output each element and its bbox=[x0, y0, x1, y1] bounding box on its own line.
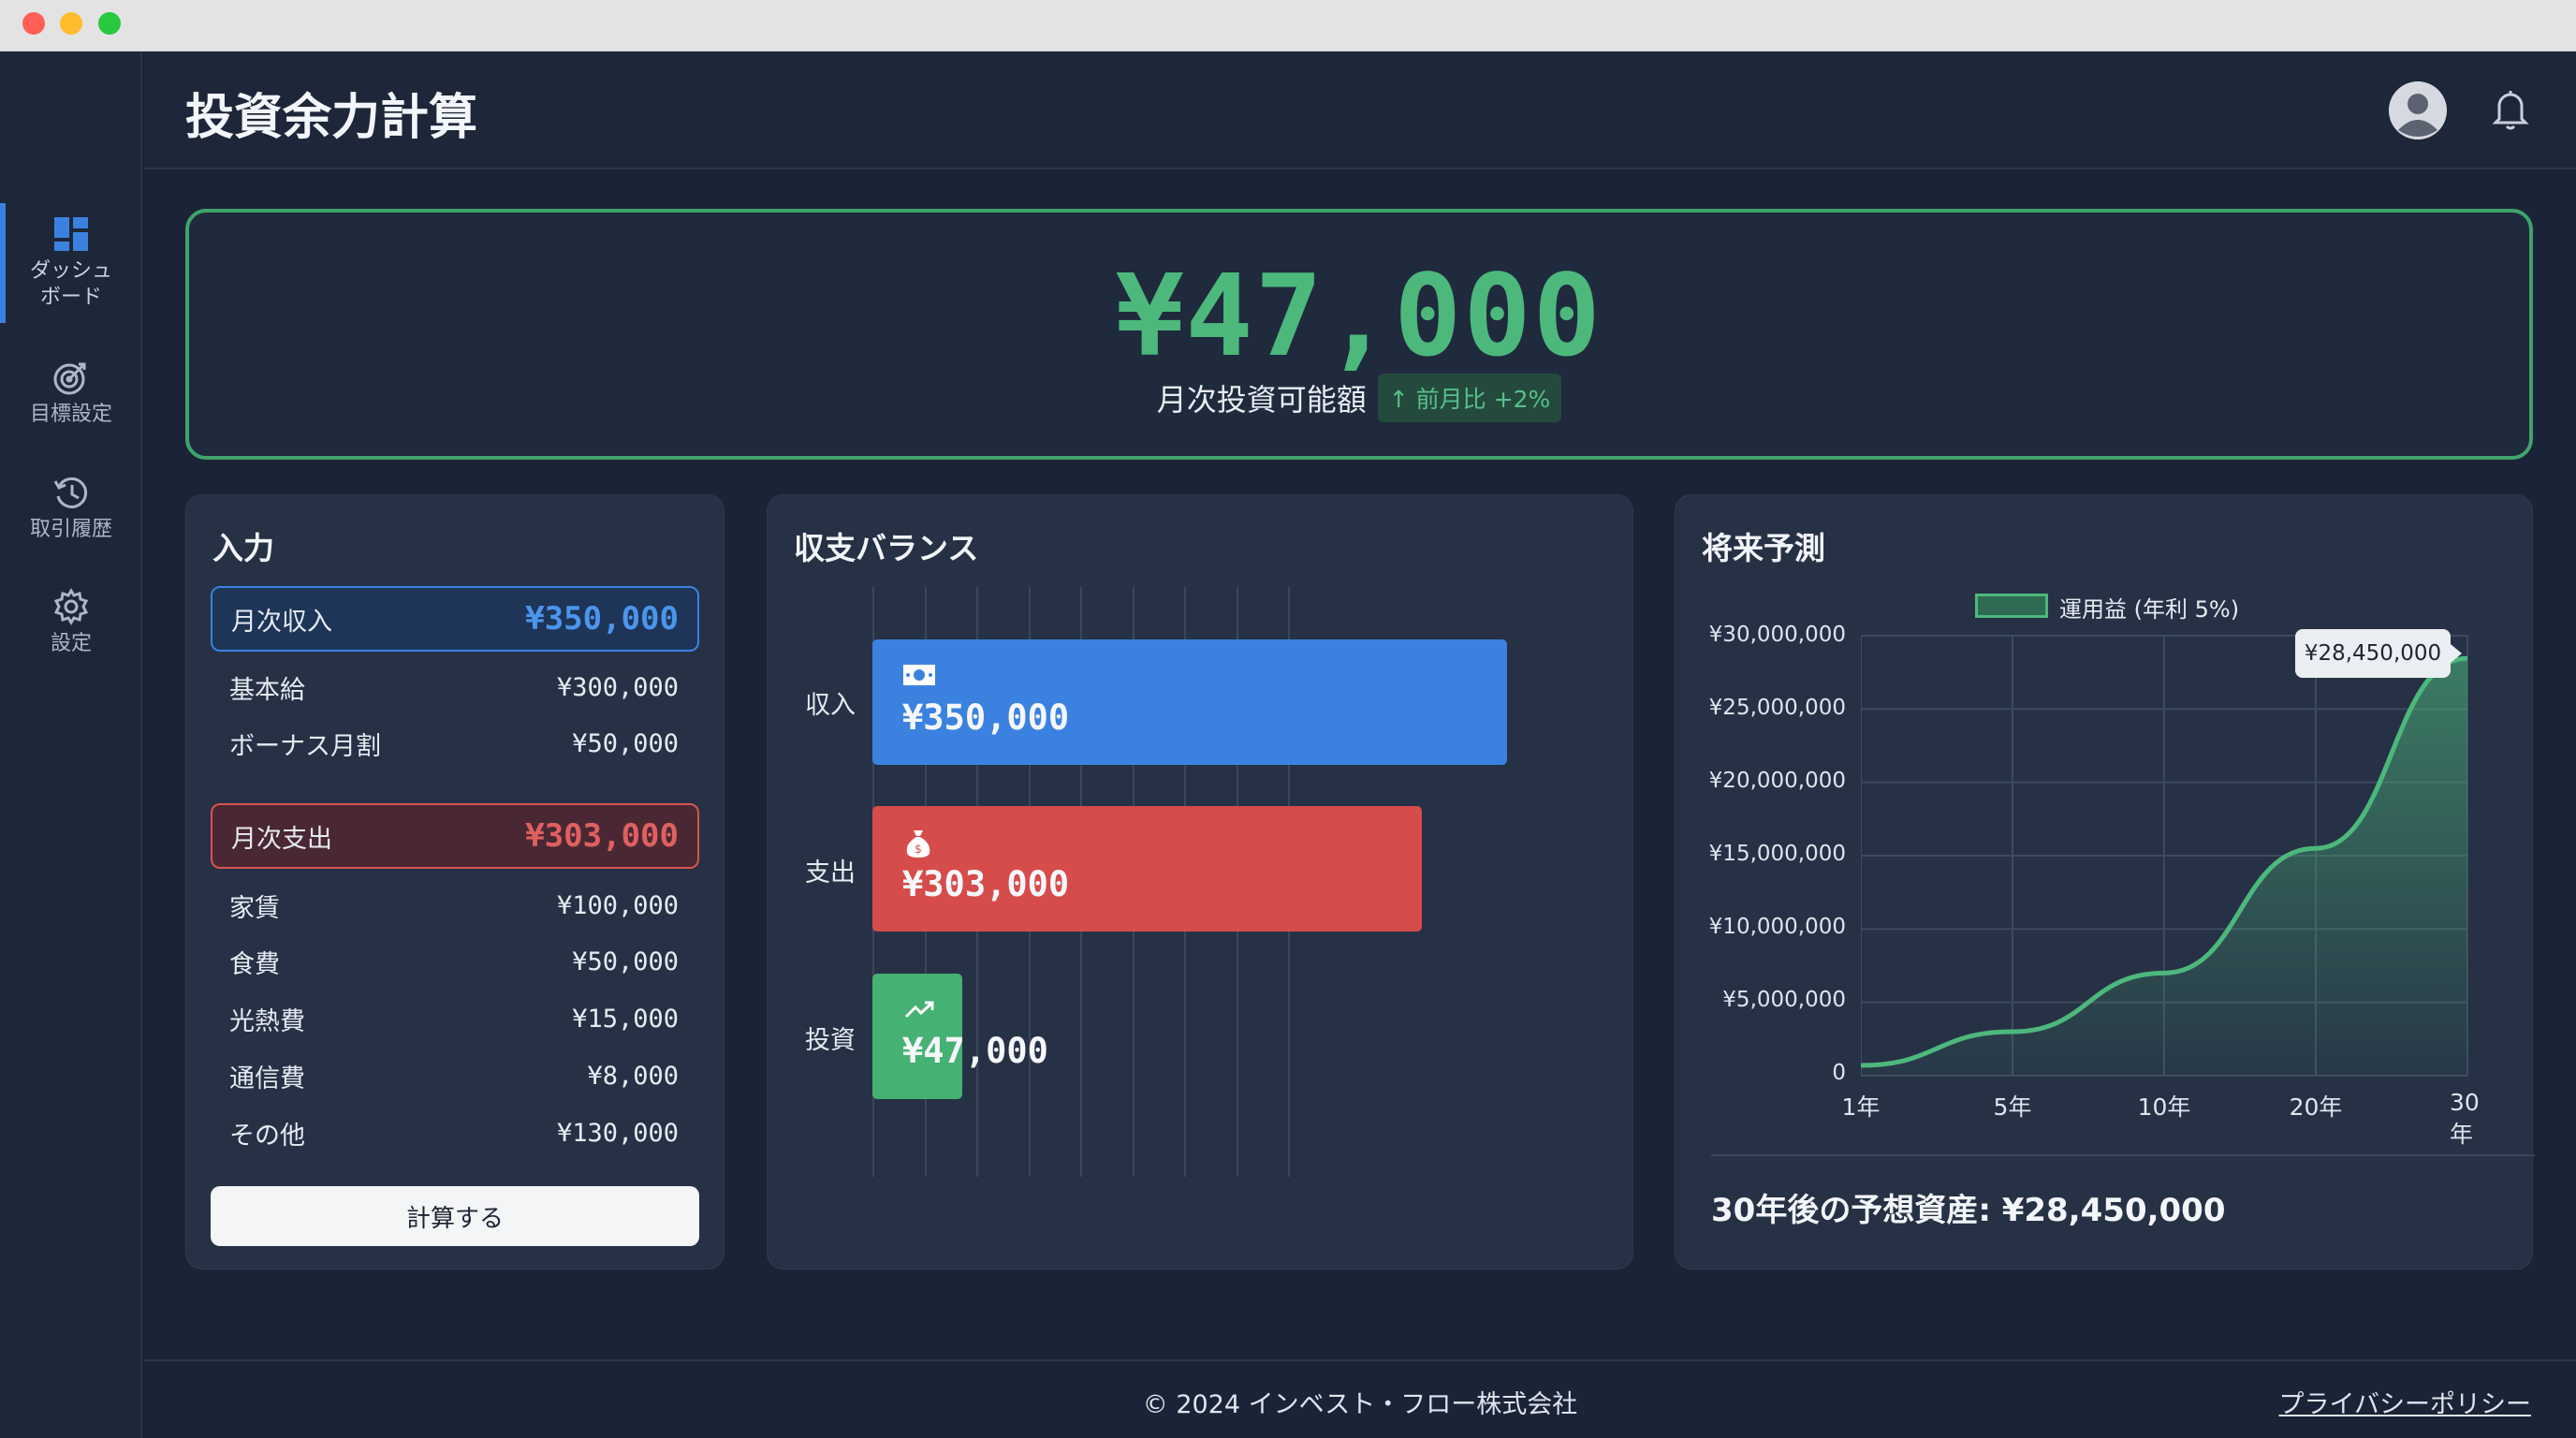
chart-tooltip: ¥28,450,000 bbox=[2295, 629, 2462, 678]
dashboard-icon bbox=[54, 217, 88, 251]
x-tick-label: 1年 bbox=[1841, 1093, 1881, 1121]
balance-panel: 収支バランス 収入 ¥350,000 支出 $ ¥303,000 投資 ¥47,… bbox=[767, 494, 1633, 1269]
calculate-button[interactable]: 計算する bbox=[211, 1186, 699, 1246]
y-tick-label: ¥15,000,000 bbox=[1708, 842, 1846, 866]
bar-label-investment: 投資 bbox=[805, 1026, 856, 1055]
item-label: 家賃 bbox=[229, 893, 280, 923]
expense-value: ¥303,000 bbox=[525, 817, 679, 855]
history-icon bbox=[53, 477, 88, 508]
income-total-field[interactable]: 月次収入 ¥350,000 bbox=[211, 586, 699, 652]
x-tick-label: 10年 bbox=[2137, 1093, 2191, 1121]
y-tick-label: 0 bbox=[1832, 1061, 1846, 1085]
avatar[interactable] bbox=[2389, 81, 2447, 139]
target-icon bbox=[53, 362, 86, 395]
privacy-policy-link[interactable]: プライバシーポリシー bbox=[2279, 1384, 2531, 1420]
cash-icon bbox=[903, 665, 935, 685]
gear-icon bbox=[53, 588, 89, 625]
maximize-window-button[interactable] bbox=[98, 12, 121, 35]
income-bar-value: ¥350,000 bbox=[902, 697, 1070, 738]
sidebar-item-history[interactable]: 取引履歴 bbox=[0, 452, 142, 565]
investable-amount: ¥47,000 bbox=[1116, 252, 1603, 382]
item-value: ¥8,000 bbox=[587, 1061, 679, 1091]
item-label: その他 bbox=[229, 1121, 305, 1151]
list-item[interactable]: ボーナス月割 ¥50,000 bbox=[229, 720, 679, 767]
y-axis: ¥30,000,000 ¥25,000,000 ¥20,000,000 ¥15,… bbox=[1676, 623, 1846, 1109]
y-tick-label: ¥30,000,000 bbox=[1708, 623, 1846, 647]
divider bbox=[1711, 1154, 2535, 1156]
footer: © 2024 インベスト・フロー株式会社 プライバシーポリシー bbox=[144, 1359, 2576, 1438]
income-value: ¥350,000 bbox=[525, 600, 679, 638]
expense-bar-value: ¥303,000 bbox=[902, 864, 1070, 904]
sidebar-item-label: ダッシュ ボード bbox=[29, 259, 112, 309]
y-tick-label: ¥10,000,000 bbox=[1708, 915, 1846, 939]
monthly-investable-card: ¥47,000 月次投資可能額 ↑ 前月比 +2% bbox=[185, 209, 2533, 460]
list-item[interactable]: その他 ¥130,000 bbox=[229, 1109, 679, 1156]
copyright-text: © 2024 インベスト・フロー株式会社 bbox=[1142, 1390, 1578, 1419]
item-value: ¥50,000 bbox=[572, 946, 679, 976]
bar-label-expense: 支出 bbox=[805, 858, 856, 888]
projection-summary-text: 30年後の予想資産: ¥28,450,000 bbox=[1711, 1192, 2226, 1229]
item-label: 食費 bbox=[229, 949, 280, 979]
item-label: ボーナス月割 bbox=[229, 731, 381, 761]
item-label: 通信費 bbox=[229, 1064, 305, 1093]
close-window-button[interactable] bbox=[22, 12, 45, 35]
x-tick-label: 5年 bbox=[1993, 1093, 2032, 1121]
bell-icon[interactable] bbox=[2492, 87, 2529, 130]
svg-text:$: $ bbox=[915, 843, 922, 856]
change-badge: ↑ 前月比 +2% bbox=[1377, 374, 1562, 422]
legend-label: 運用益 (年利 5%) bbox=[2059, 596, 2240, 623]
projection-chart bbox=[1861, 635, 2468, 1077]
legend-swatch bbox=[1975, 594, 2048, 618]
list-item[interactable]: 光熱費 ¥15,000 bbox=[229, 995, 679, 1042]
panel-title: 将来予測 bbox=[1702, 530, 1825, 566]
list-item[interactable]: 家賃 ¥100,000 bbox=[229, 882, 679, 929]
sidebar-item-settings[interactable]: 設定 bbox=[0, 566, 142, 679]
sidebar-item-goals[interactable]: 目標設定 bbox=[0, 337, 142, 449]
item-value: ¥130,000 bbox=[556, 1118, 679, 1148]
item-value: ¥300,000 bbox=[556, 672, 679, 702]
expense-total-field[interactable]: 月次支出 ¥303,000 bbox=[211, 803, 699, 869]
item-label: 光熱費 bbox=[229, 1006, 305, 1036]
page-title: 投資余力計算 bbox=[185, 90, 478, 146]
header: 投資余力計算 bbox=[144, 51, 2576, 169]
x-tick-label: 20年 bbox=[2289, 1093, 2343, 1121]
window-titlebar bbox=[0, 0, 2576, 51]
list-item[interactable]: 基本給 ¥300,000 bbox=[229, 664, 679, 711]
panel-title: 収支バランス bbox=[794, 530, 979, 566]
list-item[interactable]: 食費 ¥50,000 bbox=[229, 938, 679, 985]
investment-bar-value: ¥47,000 bbox=[902, 1031, 1048, 1071]
money-bag-icon: $ bbox=[906, 830, 930, 858]
expense-label: 月次支出 bbox=[231, 824, 332, 854]
y-tick-label: ¥25,000,000 bbox=[1708, 696, 1846, 720]
projection-summary: 30年後の予想資産: ¥28,450,000 bbox=[1711, 1184, 2226, 1230]
input-panel: 入力 月次収入 ¥350,000 基本給 ¥300,000 ボーナス月割 ¥50… bbox=[185, 494, 724, 1269]
sidebar-item-label: 目標設定 bbox=[29, 403, 112, 426]
investable-label: 月次投資可能額 bbox=[1156, 382, 1367, 418]
x-tick-label: 30年 bbox=[2450, 1089, 2480, 1148]
sidebar-item-label: 設定 bbox=[50, 632, 92, 655]
trend-up-icon bbox=[904, 1001, 934, 1019]
sidebar-item-label: 取引履歴 bbox=[29, 518, 112, 541]
y-tick-label: ¥5,000,000 bbox=[1722, 988, 1846, 1012]
panel-title: 入力 bbox=[212, 530, 274, 566]
x-axis: 1年 5年 10年 20年 30年 bbox=[1842, 1089, 2503, 1148]
sidebar-item-dashboard[interactable]: ダッシュ ボード bbox=[0, 203, 142, 323]
projection-panel: 将来予測 運用益 (年利 5%) ¥30,000,000 ¥25,000,000… bbox=[1675, 494, 2535, 1269]
bar-label-income: 収入 bbox=[805, 691, 856, 720]
item-value: ¥15,000 bbox=[572, 1004, 679, 1034]
item-value: ¥50,000 bbox=[572, 728, 679, 758]
y-tick-label: ¥20,000,000 bbox=[1708, 769, 1846, 793]
user-icon bbox=[2389, 81, 2447, 139]
sidebar: ダッシュ ボード 目標設定 取引履歴 設定 bbox=[0, 51, 142, 1438]
list-item[interactable]: 通信費 ¥8,000 bbox=[229, 1052, 679, 1099]
minimize-window-button[interactable] bbox=[60, 12, 82, 35]
item-value: ¥100,000 bbox=[556, 890, 679, 920]
item-label: 基本給 bbox=[229, 675, 305, 705]
income-label: 月次収入 bbox=[231, 607, 332, 637]
